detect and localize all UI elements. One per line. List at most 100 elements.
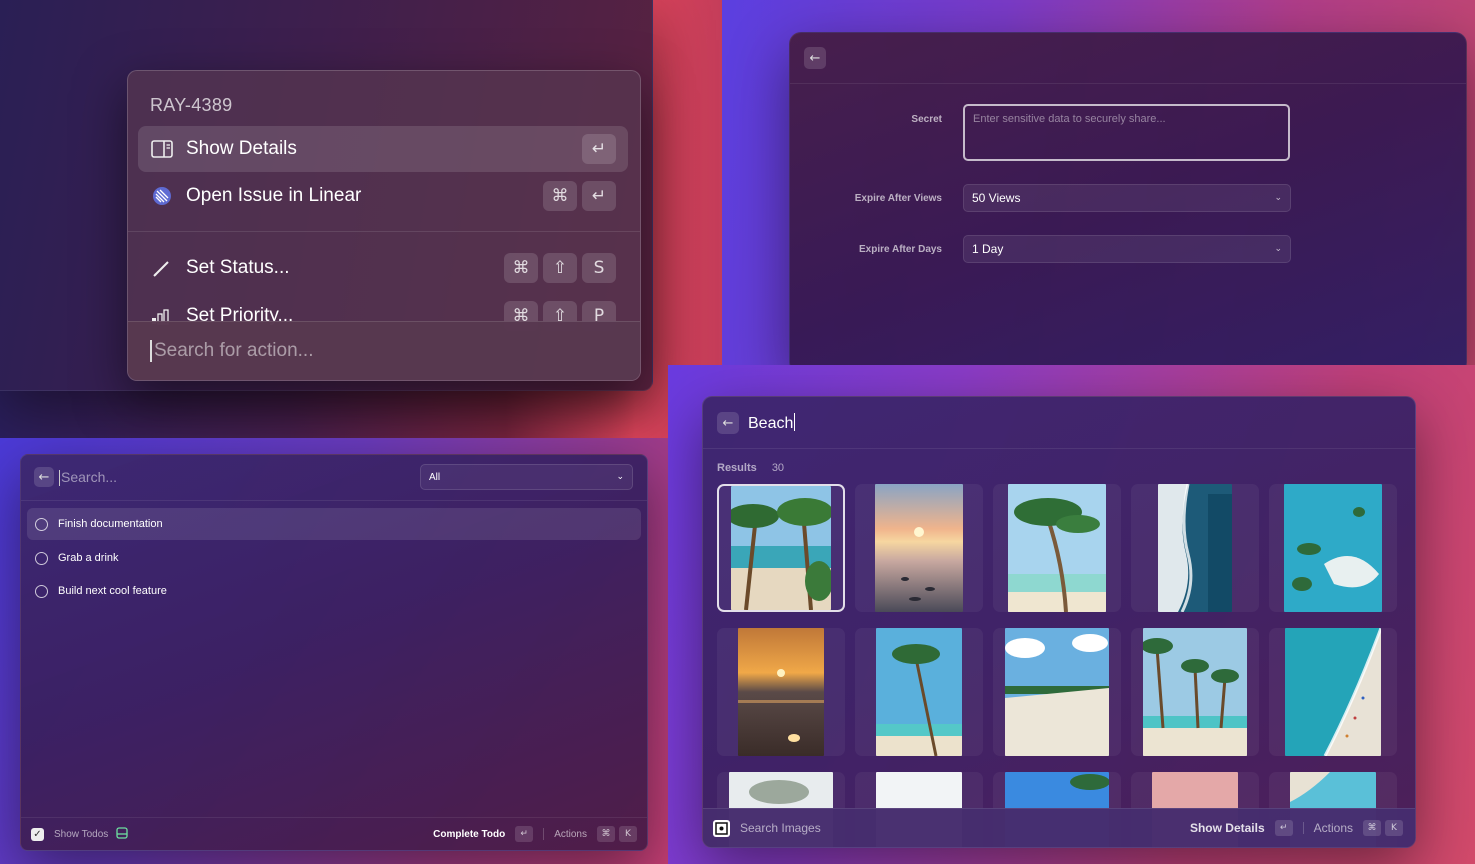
results-label: Results [717,462,757,474]
pencil-icon [150,256,174,280]
image-search-window: ← Beach Results 30 Search Images Show De… [702,396,1416,848]
enter-key: ↵ [582,181,616,211]
checkbox-circle-icon[interactable] [35,517,48,531]
aerial-island-image [1284,484,1382,612]
todo-label: Grab a drink [58,552,119,564]
image-thumbnail[interactable] [717,628,845,756]
secret-field[interactable]: Enter sensitive data to securely share..… [963,104,1290,161]
action-label: Set Status... [186,257,290,278]
s-key: S [582,253,616,283]
text-caret [59,470,60,486]
action-bar: Search Images Show Details ↵ Actions ⌘ K [703,808,1415,847]
divider [790,83,1466,84]
command-key: ⌘ [597,826,615,842]
image-thumbnail[interactable] [1131,628,1259,756]
palms-beach-image [1143,628,1247,756]
image-thumbnail[interactable] [717,484,845,612]
expire-views-value: 50 Views [972,191,1021,205]
secret-share-scene: ← Secret Enter sensitive data to securel… [722,0,1475,365]
linear-actions-scene: RAY-4389 Show Details ↵ Open Issue in Li… [0,0,722,438]
todo-app-icon: ✓ [31,827,44,841]
app-label: Search Images [740,821,821,835]
golden-sunset-image [738,628,824,756]
secret-share-window: ← Secret Enter sensitive data to securel… [789,32,1467,365]
chevron-down-icon: ⌄ [1274,193,1282,203]
command-key: ⌘ [504,253,538,283]
action-search-input[interactable]: Search for action... [154,340,313,362]
secret-label: Secret [911,114,942,125]
app-label: Show Todos [54,828,109,840]
todo-filter-dropdown[interactable]: All ⌄ [420,464,633,490]
todo-scene: ← Search... All ⌄ Finish documentation G… [0,438,668,864]
image-thumbnail[interactable] [993,628,1121,756]
back-arrow-icon[interactable]: ← [804,47,826,69]
enter-key: ↵ [582,134,616,164]
k-key: K [1385,820,1403,836]
results-header: Results 30 [717,462,784,474]
action-show-details[interactable]: Show Details ↵ [138,126,628,172]
image-search-input[interactable]: Beach [748,413,796,433]
chevron-down-icon: ⌄ [1274,244,1282,254]
aerial-coast-image [1158,484,1232,612]
image-thumbnail[interactable] [1131,484,1259,612]
divider [128,231,640,232]
expire-days-label: Expire After Days [859,244,942,255]
complete-todo-button[interactable]: Complete Todo [433,829,505,840]
back-arrow-icon[interactable]: ← [34,467,54,487]
results-count: 30 [771,462,785,474]
command-key: ⌘ [543,181,577,211]
text-caret [150,340,152,362]
k-key: K [619,826,637,842]
linear-logo-icon [150,184,174,208]
image-thumbnail[interactable] [855,484,983,612]
todo-label: Build next cool feature [58,585,167,597]
command-key: ⌘ [1363,820,1381,836]
image-thumbnail[interactable] [1269,484,1397,612]
chevron-down-icon: ⌄ [616,472,624,482]
action-search-bar[interactable]: Search for action... [128,321,640,380]
action-label: Open Issue in Linear [186,185,362,206]
actions-button[interactable]: Actions [554,829,587,840]
action-label: Show Details [186,138,297,159]
image-app-icon [713,819,730,837]
white-beach-image [1005,628,1109,756]
divider [543,828,545,840]
expire-views-select[interactable]: 50 Views ⌄ [963,184,1291,212]
back-arrow-icon[interactable]: ← [717,412,739,434]
expire-days-select[interactable]: 1 Day ⌄ [963,235,1291,263]
image-thumbnail[interactable] [993,484,1121,612]
todo-item[interactable]: Build next cool feature [27,575,641,607]
divider [1302,822,1304,834]
sidebar-panel-icon [150,137,174,161]
todo-item[interactable]: Grab a drink [27,542,641,574]
image-search-scene: ← Beach Results 30 Search Images Show De… [668,365,1475,864]
enter-key: ↵ [1274,820,1293,836]
palm-beach-image [731,486,831,610]
actions-button[interactable]: Actions [1314,821,1353,835]
expire-days-value: 1 Day [972,242,1004,256]
image-search-bar: ← Beach [703,397,1415,449]
filter-value: All [429,471,441,483]
action-panel: RAY-4389 Show Details ↵ Open Issue in Li… [127,70,641,381]
todo-window: ← Search... All ⌄ Finish documentation G… [20,454,648,851]
image-thumbnail[interactable] [1269,628,1397,756]
single-palm-image [876,628,962,756]
checkbox-circle-icon[interactable] [35,551,48,565]
action-bar: ✓ Show Todos Complete Todo ↵ Actions ⌘ K [21,817,647,850]
expire-views-label: Expire After Views [854,193,942,204]
enter-key: ↵ [515,826,534,842]
tray-icon [116,826,128,842]
action-set-status[interactable]: Set Status... ⌘ ⇧ S [138,245,628,291]
todo-item[interactable]: Finish documentation [27,508,641,540]
todo-search-input[interactable]: Search... [61,469,117,485]
aerial-shore-image [1285,628,1381,756]
action-open-in-linear[interactable]: Open Issue in Linear ⌘ ↵ [138,173,628,219]
show-details-button[interactable]: Show Details [1190,821,1265,835]
checkbox-circle-icon[interactable] [35,584,48,598]
query-text: Beach [748,415,794,432]
palm-tree-image [1008,484,1106,612]
todo-label: Finish documentation [58,518,163,530]
sunset-sea-image [875,484,963,612]
image-thumbnail[interactable] [855,628,983,756]
shift-key: ⇧ [543,253,577,283]
